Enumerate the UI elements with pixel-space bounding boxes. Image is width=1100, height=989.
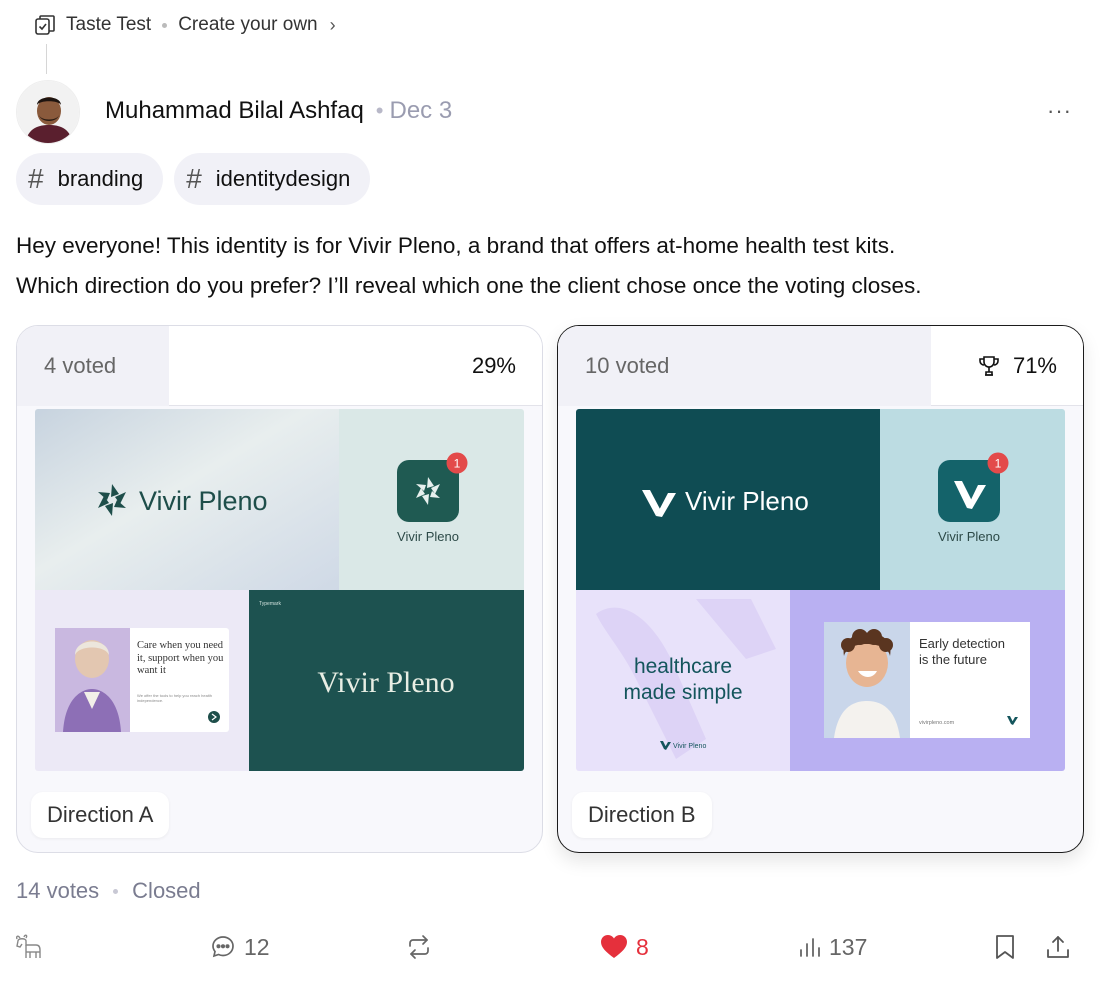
hash-icon: # xyxy=(186,163,202,194)
card-small-text: We offer the tools to help you reach hea… xyxy=(137,693,213,703)
corner-label: Typemark xyxy=(259,601,281,607)
logo-wordmark: Vivir Pleno xyxy=(685,486,809,516)
chevron-right-icon[interactable]: › xyxy=(330,15,336,36)
like-button[interactable]: 8 xyxy=(600,925,649,969)
repost-button[interactable] xyxy=(405,925,433,969)
comment-count: 12 xyxy=(244,933,270,960)
tagline-line2: made simple xyxy=(623,681,742,704)
logo-wordmark: Vivir Pleno xyxy=(139,486,268,516)
trophy-icon xyxy=(979,356,999,376)
vote-percent: 71% xyxy=(977,353,1057,379)
vote-percent: 29% xyxy=(471,353,516,378)
taste-test-icon xyxy=(35,15,55,35)
app-name: Vivir Pleno xyxy=(938,529,1000,544)
poll-option-b[interactable]: 10 voted 71% Vivir Pleno 1 Vivir Pleno h… xyxy=(557,325,1084,853)
post-text-line: Which direction do you prefer? I’ll reve… xyxy=(16,273,922,298)
author-name[interactable]: Muhammad Bilal Ashfaq xyxy=(105,97,364,125)
poll-summary: 14 votes Closed xyxy=(16,878,201,904)
author-line: Muhammad Bilal Ashfaq • Dec 3 xyxy=(105,97,452,125)
big-wordmark: Vivir Pleno xyxy=(317,666,454,699)
direction-label: Direction B xyxy=(572,792,712,838)
goat-button[interactable] xyxy=(14,925,44,969)
view-count: 137 xyxy=(829,933,868,960)
poll-status: Closed xyxy=(132,878,201,903)
card-url: vivirpleno.com xyxy=(919,720,955,726)
post-body: Hey everyone! This identity is for Vivir… xyxy=(16,226,1086,306)
heart-icon xyxy=(601,935,627,958)
comment-button[interactable]: 12 xyxy=(210,925,270,969)
tag-label: identitydesign xyxy=(215,166,351,191)
views-icon xyxy=(800,938,820,957)
separator-dot xyxy=(162,22,168,28)
tagline-line1: healthcare xyxy=(634,655,732,678)
tag-list: # branding # identitydesign xyxy=(16,153,371,205)
post-date[interactable]: Dec 3 xyxy=(390,97,453,125)
bookmark-button[interactable] xyxy=(993,925,1017,969)
action-bar: 12 8 137 xyxy=(0,925,1100,969)
app-name: Vivir Pleno xyxy=(397,529,459,544)
avatar[interactable] xyxy=(16,80,80,144)
card-line2: is the future xyxy=(919,652,987,667)
poll-option-a[interactable]: 4 voted 29% Vivir Pleno 1 Vivir Pleno Ca… xyxy=(16,325,543,853)
breadcrumb: Taste Test Create your own › xyxy=(34,14,336,36)
goat-icon xyxy=(16,934,41,958)
bookmark-icon xyxy=(996,935,1014,959)
thread-line xyxy=(46,44,47,74)
direction-label: Direction A xyxy=(31,792,170,838)
badge-count: 1 xyxy=(995,457,1002,471)
separator-dot xyxy=(113,888,119,894)
direction-b-image: Vivir Pleno 1 Vivir Pleno healthcare mad… xyxy=(576,409,1065,771)
small-brand: Vivir Pleno xyxy=(673,743,706,750)
poll-option-header: 4 voted 29% xyxy=(17,326,542,406)
direction-a-image: Vivir Pleno 1 Vivir Pleno Care when you … xyxy=(35,409,524,771)
vote-count: 4 voted xyxy=(44,353,117,378)
vote-count: 10 voted xyxy=(585,353,670,378)
create-your-own-link[interactable]: Create your own xyxy=(178,14,317,36)
separator-dot: • xyxy=(375,98,384,123)
card-line1: Early detection xyxy=(919,636,1005,651)
like-count: 8 xyxy=(636,933,649,960)
more-icon[interactable]: ··· xyxy=(1047,98,1072,124)
hash-icon: # xyxy=(28,163,44,194)
share-icon xyxy=(1047,936,1069,958)
repost-icon xyxy=(409,935,429,959)
views-button[interactable]: 137 xyxy=(797,925,867,969)
breadcrumb-section[interactable]: Taste Test xyxy=(66,14,151,36)
share-button[interactable] xyxy=(1044,925,1072,969)
post-text-line: Hey everyone! This identity is for Vivir… xyxy=(16,233,896,258)
tag-branding[interactable]: # branding xyxy=(16,153,164,205)
tag-label: branding xyxy=(57,166,144,191)
total-votes: 14 votes xyxy=(16,878,100,903)
card-title: Care when you need it, support when you … xyxy=(137,640,224,676)
badge-count: 1 xyxy=(454,457,461,471)
tag-identitydesign[interactable]: # identitydesign xyxy=(174,153,371,205)
comment-icon xyxy=(212,936,234,958)
poll-option-header: 10 voted 71% xyxy=(558,326,1083,406)
